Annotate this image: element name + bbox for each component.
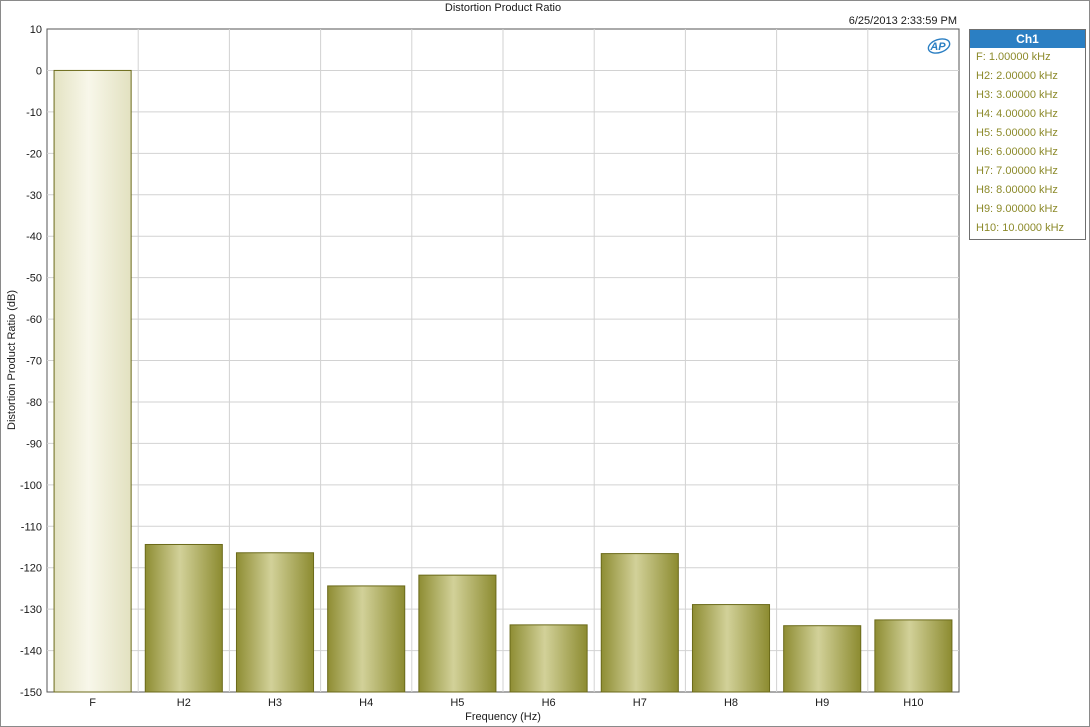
legend-item: H9: 9.00000 kHz [976,203,1058,215]
legend-item: F: 1.00000 kHz [976,51,1051,63]
y-tick-label: -120 [20,563,42,575]
y-tick-label: -20 [26,148,42,160]
bar-h5 [418,574,497,693]
x-tick-label: H8 [724,697,738,709]
bar-h8 [691,604,771,693]
x-tick-label: H10 [903,697,923,709]
bar-h7 [600,553,679,693]
bar-h4 [327,585,406,693]
x-tick-label: H6 [542,697,556,709]
y-tick-label: -90 [26,438,42,450]
y-tick-label: -150 [20,687,42,699]
bar-h2 [144,543,223,693]
y-tick-label: 10 [30,24,42,36]
legend-item: H8: 8.00000 kHz [976,184,1058,196]
x-tick-label: H3 [268,697,282,709]
legend-item: H6: 6.00000 kHz [976,146,1058,158]
y-tick-label: -140 [20,646,42,658]
chart-title: Distortion Product Ratio [445,2,561,14]
y-tick-label: -10 [26,107,42,119]
x-tick-label: H9 [815,697,829,709]
y-axis-label: Distortion Product Ratio (dB) [6,290,18,430]
x-tick-label: H5 [450,697,464,709]
legend-item: H5: 5.00000 kHz [976,127,1058,139]
legend-items: F: 1.00000 kHz H2: 2.00000 kHz H3: 3.00000… [970,48,1085,238]
bar-h9 [783,625,862,693]
legend-item: H3: 3.00000 kHz [976,89,1058,101]
legend: Ch1 F: 1.00000 kHz H2: 2.00000 kHz H3: 3.0… [969,29,1086,240]
bar-h6 [509,624,588,693]
legend-header: Ch1 [970,30,1085,48]
x-axis-label: Frequency (Hz) [465,711,541,723]
bar-f [53,69,132,693]
y-tick-label: -50 [26,273,42,285]
y-tick-label: -110 [21,521,42,533]
legend-item: H4: 4.00000 kHz [976,108,1058,120]
y-tick-label: 0 [36,65,42,77]
y-tick-label: -100 [20,480,42,492]
x-tick-label: F [89,697,96,709]
y-tick-labels: 10 0 -10 -20 -30 -40 -50 -60 -70 -80 -90 -100 -110 -1… [20,24,42,699]
y-tick-label: -70 [26,356,42,368]
y-tick-label: -80 [26,397,42,409]
x-tick-labels: F H2 H3 H4 H5 H6 H7 H8 H9 H10 [89,697,923,709]
bar-h10 [874,619,953,693]
chart-timestamp: 6/25/2013 2:33:59 PM [849,15,957,27]
x-tick-label: H4 [359,697,373,709]
bar-h3 [235,552,315,693]
chart: Distortion Product Ratio 6/25/2013 2:33:… [6,2,960,723]
y-tick-label: -60 [26,314,42,326]
x-tick-label: H7 [633,697,647,709]
x-tick-label: H2 [177,697,191,709]
y-tick-label: -130 [20,604,42,616]
y-tick-label: -30 [26,190,42,202]
legend-item: H10: 10.0000 kHz [976,222,1065,234]
ap-logo-text: AP [929,41,946,53]
y-tick-label: -40 [26,231,42,243]
legend-item: H2: 2.00000 kHz [976,70,1058,82]
legend-item: H7: 7.00000 kHz [976,165,1058,177]
